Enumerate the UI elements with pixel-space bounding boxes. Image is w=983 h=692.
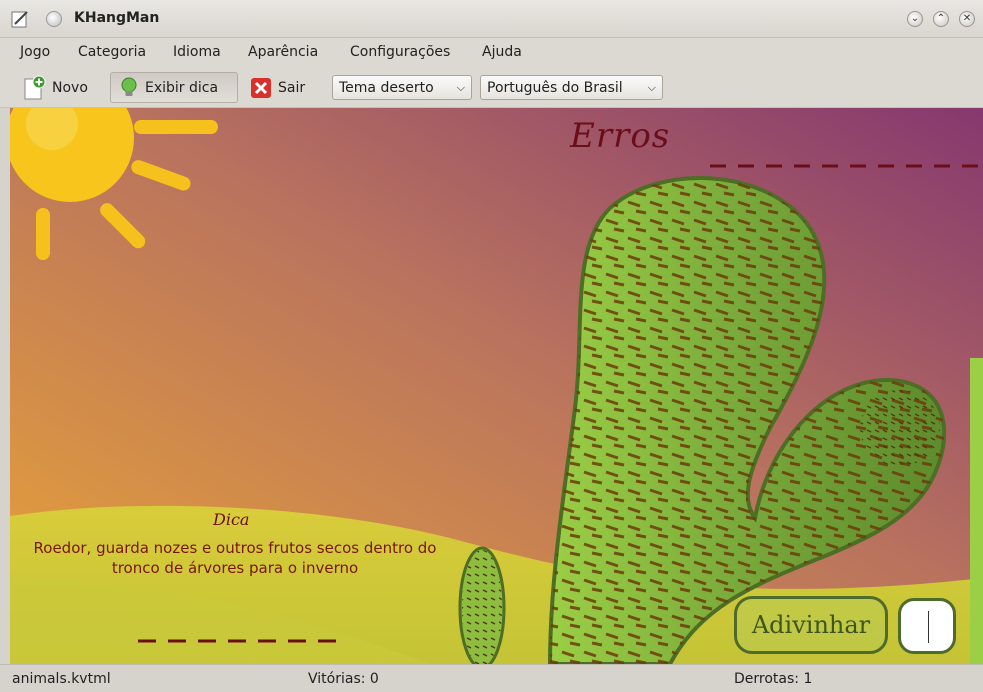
title-bar: KHangMan ⌄ ⌃ ✕ bbox=[0, 0, 983, 38]
theme-select[interactable]: Tema deserto ⌵ bbox=[332, 75, 472, 100]
new-game-label: Novo bbox=[52, 79, 88, 96]
guess-input[interactable] bbox=[898, 598, 956, 654]
show-hint-label: Exibir dica bbox=[145, 79, 219, 96]
hint-text: Roedor, guarda nozes e outros frutos sec… bbox=[33, 539, 437, 577]
lightbulb-icon bbox=[121, 77, 137, 96]
quit-icon bbox=[251, 77, 271, 98]
show-hint-button[interactable]: Exibir dica bbox=[110, 72, 238, 103]
text-caret bbox=[928, 611, 929, 643]
hint-title: Dica bbox=[213, 510, 250, 529]
menu-bar: Jogo Categoria Idioma Aparência Configur… bbox=[0, 38, 983, 68]
quit-button[interactable]: Sair bbox=[242, 72, 313, 103]
chevron-down-icon: ⌵ bbox=[647, 80, 656, 94]
maximize-icon[interactable]: ⌃ bbox=[933, 11, 949, 27]
menu-idioma[interactable]: Idioma bbox=[173, 44, 221, 60]
language-select-value: Português do Brasil bbox=[487, 79, 623, 96]
window-title: KHangMan bbox=[74, 10, 160, 26]
chevron-down-icon: ⌵ bbox=[456, 80, 465, 94]
menu-aparencia[interactable]: Aparência bbox=[248, 44, 318, 60]
app-icon bbox=[11, 11, 28, 28]
new-document-icon bbox=[24, 75, 46, 99]
minimize-icon[interactable]: ⌄ bbox=[907, 11, 923, 27]
menu-jogo[interactable]: Jogo bbox=[20, 44, 50, 60]
guess-button[interactable]: Adivinhar bbox=[734, 596, 888, 654]
status-bar: animals.kvtml Vitórias: 0 Derrotas: 1 bbox=[0, 664, 983, 692]
game-scene: Erros Dica Roedor, guarda nozes e outros… bbox=[10, 108, 983, 664]
errors-label: Erros bbox=[570, 116, 671, 156]
status-losses: Derrotas: 1 bbox=[734, 671, 813, 687]
status-file: animals.kvtml bbox=[12, 671, 111, 687]
window-menu-button[interactable] bbox=[46, 11, 62, 27]
menu-ajuda[interactable]: Ajuda bbox=[482, 44, 522, 60]
toolbar: Novo Exibir dica Sair Tema deserto ⌵ Por… bbox=[0, 68, 983, 108]
close-icon[interactable]: ✕ bbox=[959, 11, 975, 27]
theme-select-value: Tema deserto bbox=[339, 79, 434, 96]
desert-background bbox=[10, 108, 983, 664]
language-select[interactable]: Português do Brasil ⌵ bbox=[480, 75, 663, 100]
status-wins: Vitórias: 0 bbox=[308, 671, 379, 687]
menu-categoria[interactable]: Categoria bbox=[78, 44, 146, 60]
menu-configuracoes[interactable]: Configurações bbox=[350, 44, 450, 60]
new-game-button[interactable]: Novo bbox=[12, 72, 96, 103]
quit-label: Sair bbox=[278, 79, 306, 96]
